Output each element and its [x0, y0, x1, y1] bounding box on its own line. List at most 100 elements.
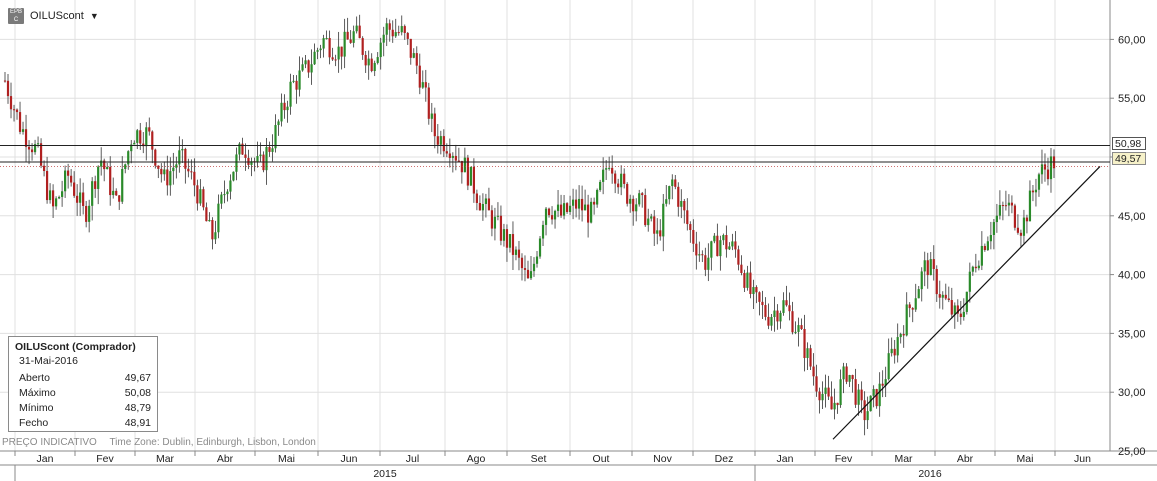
candle-body	[800, 325, 803, 329]
timezone-label: Time Zone: Dublin, Edinburgh, Lisbon, Lo…	[109, 437, 316, 448]
candle-body	[406, 32, 409, 39]
candle-body	[875, 389, 878, 407]
candle-body	[704, 255, 707, 270]
candle-body	[731, 241, 734, 247]
candle-body	[433, 113, 436, 137]
candle-body	[523, 268, 527, 270]
candle-body	[193, 171, 196, 186]
candle-body	[659, 230, 662, 237]
candle-body	[719, 240, 722, 257]
symbol-name[interactable]: OILUScont	[30, 10, 84, 22]
candle-body	[773, 310, 776, 318]
info-label: Fecho	[19, 417, 49, 429]
candle-body	[340, 46, 343, 57]
candle-body	[1010, 202, 1014, 206]
candle-body	[358, 25, 361, 39]
candle-body	[887, 353, 890, 380]
candle-body	[412, 53, 415, 58]
candle-body	[896, 337, 899, 356]
candle-body	[529, 271, 533, 279]
candle-body	[941, 294, 944, 298]
candle-body	[139, 130, 142, 144]
y-tick-label: 45,00	[1118, 211, 1146, 223]
candle-body	[226, 191, 229, 195]
y-tick-label: 30,00	[1118, 387, 1146, 399]
caret-down-icon[interactable]: ▼	[90, 11, 99, 21]
candle-body	[605, 168, 608, 170]
candle-body	[674, 179, 677, 187]
candle-body	[761, 301, 764, 306]
candle-body	[232, 171, 235, 181]
candle-body	[223, 194, 226, 196]
candle-body	[905, 304, 908, 336]
candle-body	[635, 204, 638, 212]
candle-body	[172, 167, 175, 172]
candle-body	[97, 166, 100, 189]
candle-body	[316, 50, 319, 52]
candle-body	[644, 195, 647, 226]
candle-body	[866, 411, 869, 421]
candle-body	[469, 166, 472, 186]
candle-body	[668, 186, 671, 200]
candle-body	[18, 112, 22, 132]
candle-body	[51, 190, 55, 207]
candle-body	[472, 166, 475, 194]
candle-body	[839, 379, 842, 406]
candle-body	[559, 204, 563, 216]
candle-body	[100, 160, 103, 167]
candle-body	[385, 23, 388, 35]
candle-body	[313, 51, 316, 65]
candle-body	[502, 229, 506, 241]
ohlc-info-box: OILUScont (Comprador) 31-Mai-2016 Aberto…	[8, 336, 158, 432]
candle-body	[61, 191, 64, 197]
candle-body	[983, 245, 986, 251]
info-value: 48,79	[124, 402, 151, 414]
candle-body	[860, 389, 863, 401]
x-year-label: 2015	[373, 468, 397, 480]
chart-toolbar[interactable]: EPB C OILUScont ▼	[8, 6, 99, 26]
candle-body	[947, 298, 950, 301]
candle-body	[938, 294, 941, 298]
candle-body	[971, 266, 974, 272]
candle-body	[878, 383, 881, 407]
candle-body	[599, 181, 602, 190]
candle-body	[608, 167, 611, 169]
candle-body	[163, 169, 166, 175]
candle-body	[373, 62, 376, 72]
candle-body	[70, 175, 73, 183]
candle-body	[205, 207, 208, 222]
candle-body	[298, 70, 301, 90]
price-chart[interactable]: 25,0030,0035,0040,0045,0050,0055,0060,00…	[0, 0, 1157, 481]
candle-body	[367, 58, 370, 66]
candle-body	[256, 156, 259, 162]
candle-body	[755, 287, 758, 293]
x-month-label: Abr	[957, 453, 974, 465]
candle-body	[427, 87, 430, 119]
candle-body	[151, 131, 154, 150]
candle-body	[1019, 232, 1023, 236]
candle-body	[36, 143, 40, 145]
candle-body	[448, 153, 451, 158]
candle-body	[148, 127, 151, 132]
candle-body	[211, 220, 214, 240]
candle-body	[923, 260, 926, 272]
candle-body	[289, 81, 292, 107]
candle-body	[752, 287, 755, 295]
candle-body	[484, 198, 488, 205]
candle-body	[863, 400, 866, 421]
candle-body	[785, 300, 788, 306]
x-month-label: Jan	[777, 453, 794, 465]
candle-body	[623, 173, 626, 184]
candle-body	[590, 201, 593, 223]
candle-body	[806, 348, 809, 358]
candle-body	[553, 210, 557, 220]
candle-body	[677, 186, 680, 207]
candle-body	[496, 215, 500, 217]
candle-body	[517, 249, 521, 258]
x-month-label: Ago	[467, 453, 486, 465]
candle-body	[1034, 189, 1038, 193]
info-row-open: Aberto 49,67	[15, 371, 151, 386]
candle-body	[409, 38, 412, 58]
candle-body	[349, 39, 352, 43]
instrument-icon-label: EPB C	[9, 9, 22, 23]
